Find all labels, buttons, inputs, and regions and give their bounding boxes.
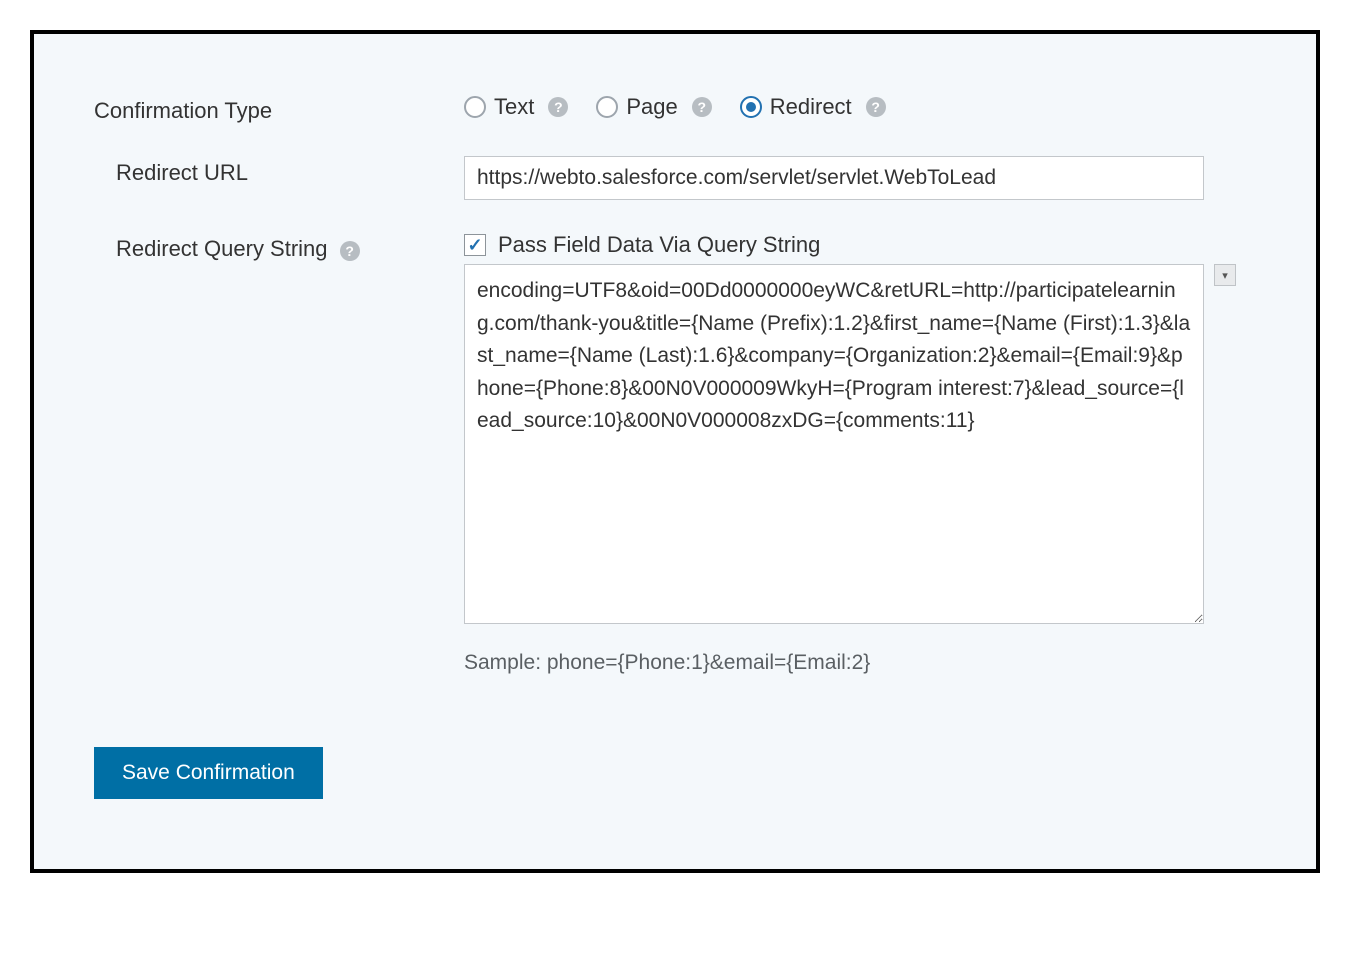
redirect-query-string-label: Redirect Query String ? — [94, 232, 464, 262]
help-icon[interactable]: ? — [340, 241, 360, 261]
radio-page[interactable]: Page ? — [596, 94, 711, 120]
help-icon[interactable]: ? — [692, 97, 712, 117]
query-string-textarea[interactable] — [464, 264, 1204, 624]
radio-dot-icon — [746, 102, 756, 112]
radio-text[interactable]: Text ? — [464, 94, 568, 120]
confirmation-settings-panel: Confirmation Type Text ? Page ? R — [30, 30, 1320, 873]
pass-field-data-checkbox-row: ✓ Pass Field Data Via Query String — [464, 232, 1236, 258]
confirmation-type-radio-group: Text ? Page ? Redirect ? — [464, 94, 1236, 120]
save-confirmation-button[interactable]: Save Confirmation — [94, 747, 323, 799]
merge-tag-dropdown-icon[interactable]: ▾ — [1214, 264, 1236, 286]
redirect-url-label: Redirect URL — [94, 156, 464, 186]
radio-circle-icon — [464, 96, 486, 118]
radio-circle-icon — [596, 96, 618, 118]
confirmation-type-label: Confirmation Type — [94, 94, 464, 124]
help-icon[interactable]: ? — [548, 97, 568, 117]
radio-circle-selected-icon — [740, 96, 762, 118]
help-icon[interactable]: ? — [866, 97, 886, 117]
radio-page-label: Page — [626, 94, 677, 120]
redirect-url-row: Redirect URL — [94, 156, 1256, 200]
radio-text-label: Text — [494, 94, 534, 120]
pass-field-data-label: Pass Field Data Via Query String — [498, 232, 820, 258]
radio-redirect[interactable]: Redirect ? — [740, 94, 886, 120]
confirmation-type-row: Confirmation Type Text ? Page ? R — [94, 94, 1256, 124]
radio-redirect-label: Redirect — [770, 94, 852, 120]
query-string-sample: Sample: phone={Phone:1}&email={Email:2} — [464, 651, 1236, 675]
redirect-url-input[interactable] — [464, 156, 1204, 200]
pass-field-data-checkbox[interactable]: ✓ — [464, 234, 486, 256]
redirect-query-string-row: Redirect Query String ? ✓ Pass Field Dat… — [94, 232, 1256, 675]
